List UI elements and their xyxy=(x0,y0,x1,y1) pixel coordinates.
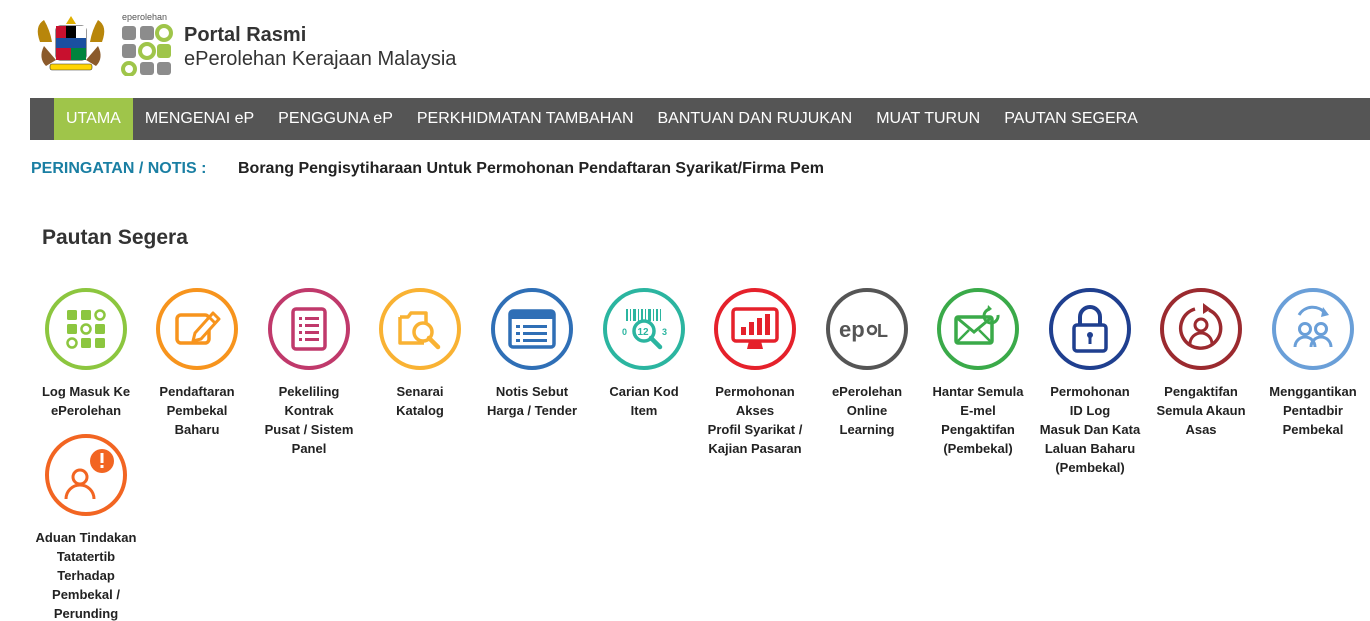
coat-of-arms-icon[interactable] xyxy=(30,12,112,76)
quick-link-label: Pekeliling Kontrak Pusat / Sistem Panel xyxy=(264,384,354,456)
svg-text:ep: ep xyxy=(839,317,865,342)
main-navigation: UTAMA MENGENAI eP PENGGUNA eP PERKHIDMAT… xyxy=(30,98,1370,140)
user-reactivate-icon xyxy=(1160,288,1242,370)
users-swap-icon xyxy=(1272,288,1354,370)
quick-link-label: Pendaftaran Pembekal Baharu xyxy=(159,384,235,437)
envelope-resend-icon xyxy=(937,288,1019,370)
document-list-icon xyxy=(268,288,350,370)
portal-subtitle: ePerolehan Kerajaan Malaysia xyxy=(184,48,457,70)
portal-title: Portal Rasmi xyxy=(184,24,307,46)
browser-window-icon xyxy=(491,288,573,370)
nav-pautan-segera[interactable]: PAUTAN SEGERA xyxy=(992,98,1150,140)
grid-login-icon xyxy=(45,288,127,370)
quick-link-senarai-katalog[interactable]: Senarai Katalog xyxy=(364,287,476,420)
svg-text:12: 12 xyxy=(638,327,650,338)
monitor-chart-icon xyxy=(714,288,796,370)
nav-muat-turun[interactable]: MUAT TURUN xyxy=(864,98,992,140)
quick-link-pengaktifan-semula-akaun[interactable]: Pengaktifan Semula Akaun Asas xyxy=(1145,287,1257,439)
quick-link-label: Permohonan Akses Profil Syarikat / Kajia… xyxy=(707,384,803,456)
barcode-search-icon: 0 3 12 xyxy=(603,288,685,370)
quick-link-menggantikan-pentadbir[interactable]: Menggantikan Pentadbir Pembekal xyxy=(1257,287,1369,439)
quick-link-label: Menggantikan Pentadbir Pembekal xyxy=(1269,384,1357,437)
quick-link-label: Hantar Semula E-mel Pengaktifan (Pembeka… xyxy=(932,384,1024,456)
quick-link-hantar-semula-emel[interactable]: Hantar Semula E-mel Pengaktifan (Pembeka… xyxy=(922,287,1034,458)
quick-link-permohonan-akses[interactable]: Permohonan Akses Profil Syarikat / Kajia… xyxy=(699,287,811,458)
svg-text:0: 0 xyxy=(622,327,627,337)
notice-marquee-text[interactable]: Borang Pengisytiharaan Untuk Permohonan … xyxy=(238,160,823,178)
quick-link-pekeliling-kontrak[interactable]: Pekeliling Kontrak Pusat / Sistem Panel xyxy=(253,287,365,458)
quick-link-label: Log Masuk Ke ePerolehan xyxy=(41,384,131,418)
quick-link-label: Notis Sebut Harga / Tender xyxy=(486,384,578,418)
quick-link-eperolehan-online-learning[interactable]: ep L ePerolehan Online Learning xyxy=(811,287,923,439)
nav-mengenai-ep[interactable]: MENGENAI eP xyxy=(133,98,266,140)
quick-link-log-masuk[interactable]: Log Masuk Ke ePerolehan xyxy=(30,287,142,420)
nav-perkhidmatan-tambahan[interactable]: PERKHIDMATAN TAMBAHAN xyxy=(405,98,646,140)
nav-bantuan-dan-rujukan[interactable]: BANTUAN DAN RUJUKAN xyxy=(646,98,865,140)
quick-link-carian-kod-item[interactable]: 0 3 12 Carian Kod Item xyxy=(588,287,700,420)
svg-text:L: L xyxy=(877,321,888,341)
quick-link-notis-sebut-harga[interactable]: Notis Sebut Harga / Tender xyxy=(476,287,588,420)
quick-link-aduan-tindakan-tatatertib[interactable]: Aduan Tindakan Tatatertib Terhadap Pembe… xyxy=(30,433,142,621)
site-header: eperolehan Portal Rasmi ePerolehan Keraj… xyxy=(0,0,1370,98)
quick-link-label: ePerolehan Online Learning xyxy=(831,384,903,437)
quick-link-label: Carian Kod Item xyxy=(609,384,679,418)
quick-link-label: Permohonan ID Log Masuk Dan Kata Laluan … xyxy=(1039,384,1141,475)
nav-pengguna-ep[interactable]: PENGGUNA eP xyxy=(266,98,405,140)
quick-link-label: Aduan Tindakan Tatatertib Terhadap Pembe… xyxy=(35,530,137,621)
quick-link-label: Pengaktifan Semula Akaun Asas xyxy=(1156,384,1246,437)
eperolehan-logo-icon[interactable] xyxy=(120,12,176,76)
quick-link-label: Senarai Katalog xyxy=(396,384,444,418)
nav-utama[interactable]: UTAMA xyxy=(54,98,133,140)
quick-links-title: Pautan Segera xyxy=(42,226,188,249)
padlock-icon xyxy=(1049,288,1131,370)
user-alert-icon xyxy=(45,434,127,516)
svg-text:3: 3 xyxy=(662,327,667,337)
folder-search-icon xyxy=(379,288,461,370)
notice-label: PERINGATAN / NOTIS : xyxy=(31,160,207,177)
notice-bar: PERINGATAN / NOTIS : Borang Pengisytihar… xyxy=(31,159,823,179)
quick-link-pendaftaran-pembekal[interactable]: Pendaftaran Pembekal Baharu xyxy=(141,287,253,439)
form-pencil-icon xyxy=(156,288,238,370)
quick-link-permohonan-id-log-masuk[interactable]: Permohonan ID Log Masuk Dan Kata Laluan … xyxy=(1034,287,1146,477)
epol-icon: ep L xyxy=(826,288,908,370)
